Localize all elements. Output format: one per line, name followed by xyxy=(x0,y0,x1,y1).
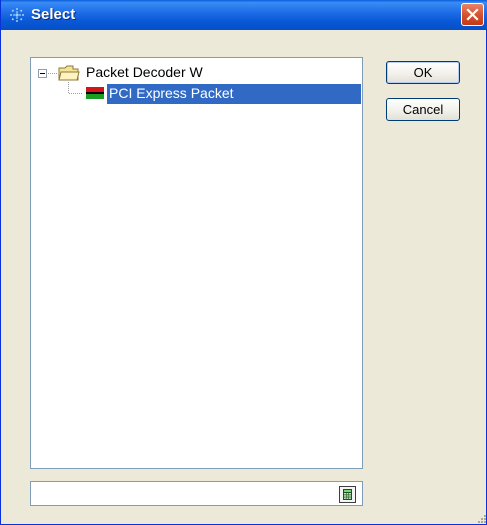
tree-connector xyxy=(48,73,57,75)
tree-node-root[interactable]: Packet Decoder W xyxy=(86,63,203,82)
tree-node-pci-express-packet[interactable]: PCI Express Packet xyxy=(107,84,361,104)
tree-connector-child xyxy=(69,93,82,95)
close-button[interactable] xyxy=(461,3,484,26)
resize-grip-icon[interactable] xyxy=(476,513,486,523)
cancel-button[interactable]: Cancel xyxy=(386,98,460,121)
ok-button[interactable]: OK xyxy=(386,61,460,84)
title-bar[interactable]: Select xyxy=(1,0,487,30)
packet-icon xyxy=(86,87,104,99)
tree-view[interactable]: Packet Decoder W PCI Express Packet xyxy=(30,57,363,469)
collapse-toggle[interactable] xyxy=(38,69,47,78)
agilent-spark-icon xyxy=(10,8,24,22)
select-dialog: Select Packet Decoder W PCI Express Pack… xyxy=(0,0,487,525)
folder-icon xyxy=(58,65,80,81)
calculator-icon xyxy=(343,489,352,500)
window-title: Select xyxy=(31,6,76,23)
selection-input[interactable] xyxy=(30,481,363,506)
tree-connector-vertical xyxy=(68,82,70,93)
close-icon xyxy=(466,8,479,21)
calculator-button[interactable] xyxy=(339,486,356,503)
